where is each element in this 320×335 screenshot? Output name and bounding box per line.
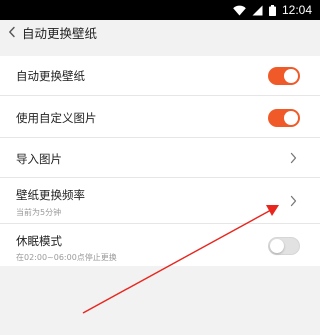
toggle-knob [284, 69, 298, 83]
setting-auto-change: 自动更换壁纸 [0, 56, 320, 96]
setting-sleep-mode: 休眠模式 在02:00~06:00点停止更换 [0, 224, 320, 266]
chevron-right-icon [288, 194, 298, 208]
setting-import-images[interactable]: 导入图片 [0, 138, 320, 178]
sleep-mode-toggle[interactable] [268, 237, 300, 255]
setting-subtitle: 在02:00~06:00点停止更换 [16, 253, 117, 262]
battery-icon [268, 4, 276, 16]
auto-change-toggle[interactable] [268, 67, 300, 85]
chevron-right-icon [288, 151, 298, 165]
toggle-knob [270, 239, 284, 253]
setting-label: 休眠模式 [16, 234, 62, 248]
settings-list: 自动更换壁纸 使用自定义图片 导入图片 壁纸更换频率 当前为5分钟 休眠模式 在… [0, 56, 320, 266]
status-bar: 12:04 [0, 0, 320, 20]
wifi-icon [233, 5, 246, 16]
toggle-knob [284, 111, 298, 125]
status-time: 12:04 [281, 3, 312, 17]
app-header: 自动更换壁纸 [0, 20, 320, 44]
status-icons: 12:04 [233, 0, 312, 20]
setting-change-frequency[interactable]: 壁纸更换频率 当前为5分钟 [0, 178, 320, 224]
custom-images-toggle[interactable] [268, 109, 300, 127]
back-button[interactable] [2, 20, 22, 44]
setting-label: 使用自定义图片 [16, 111, 97, 125]
page-title: 自动更换壁纸 [22, 25, 98, 41]
signal-icon [252, 5, 263, 16]
setting-label: 导入图片 [16, 152, 62, 166]
setting-custom-images: 使用自定义图片 [0, 96, 320, 138]
chevron-left-icon [8, 23, 16, 42]
setting-label: 自动更换壁纸 [16, 69, 85, 83]
setting-subtitle: 当前为5分钟 [16, 208, 62, 217]
setting-label: 壁纸更换频率 [16, 188, 85, 202]
